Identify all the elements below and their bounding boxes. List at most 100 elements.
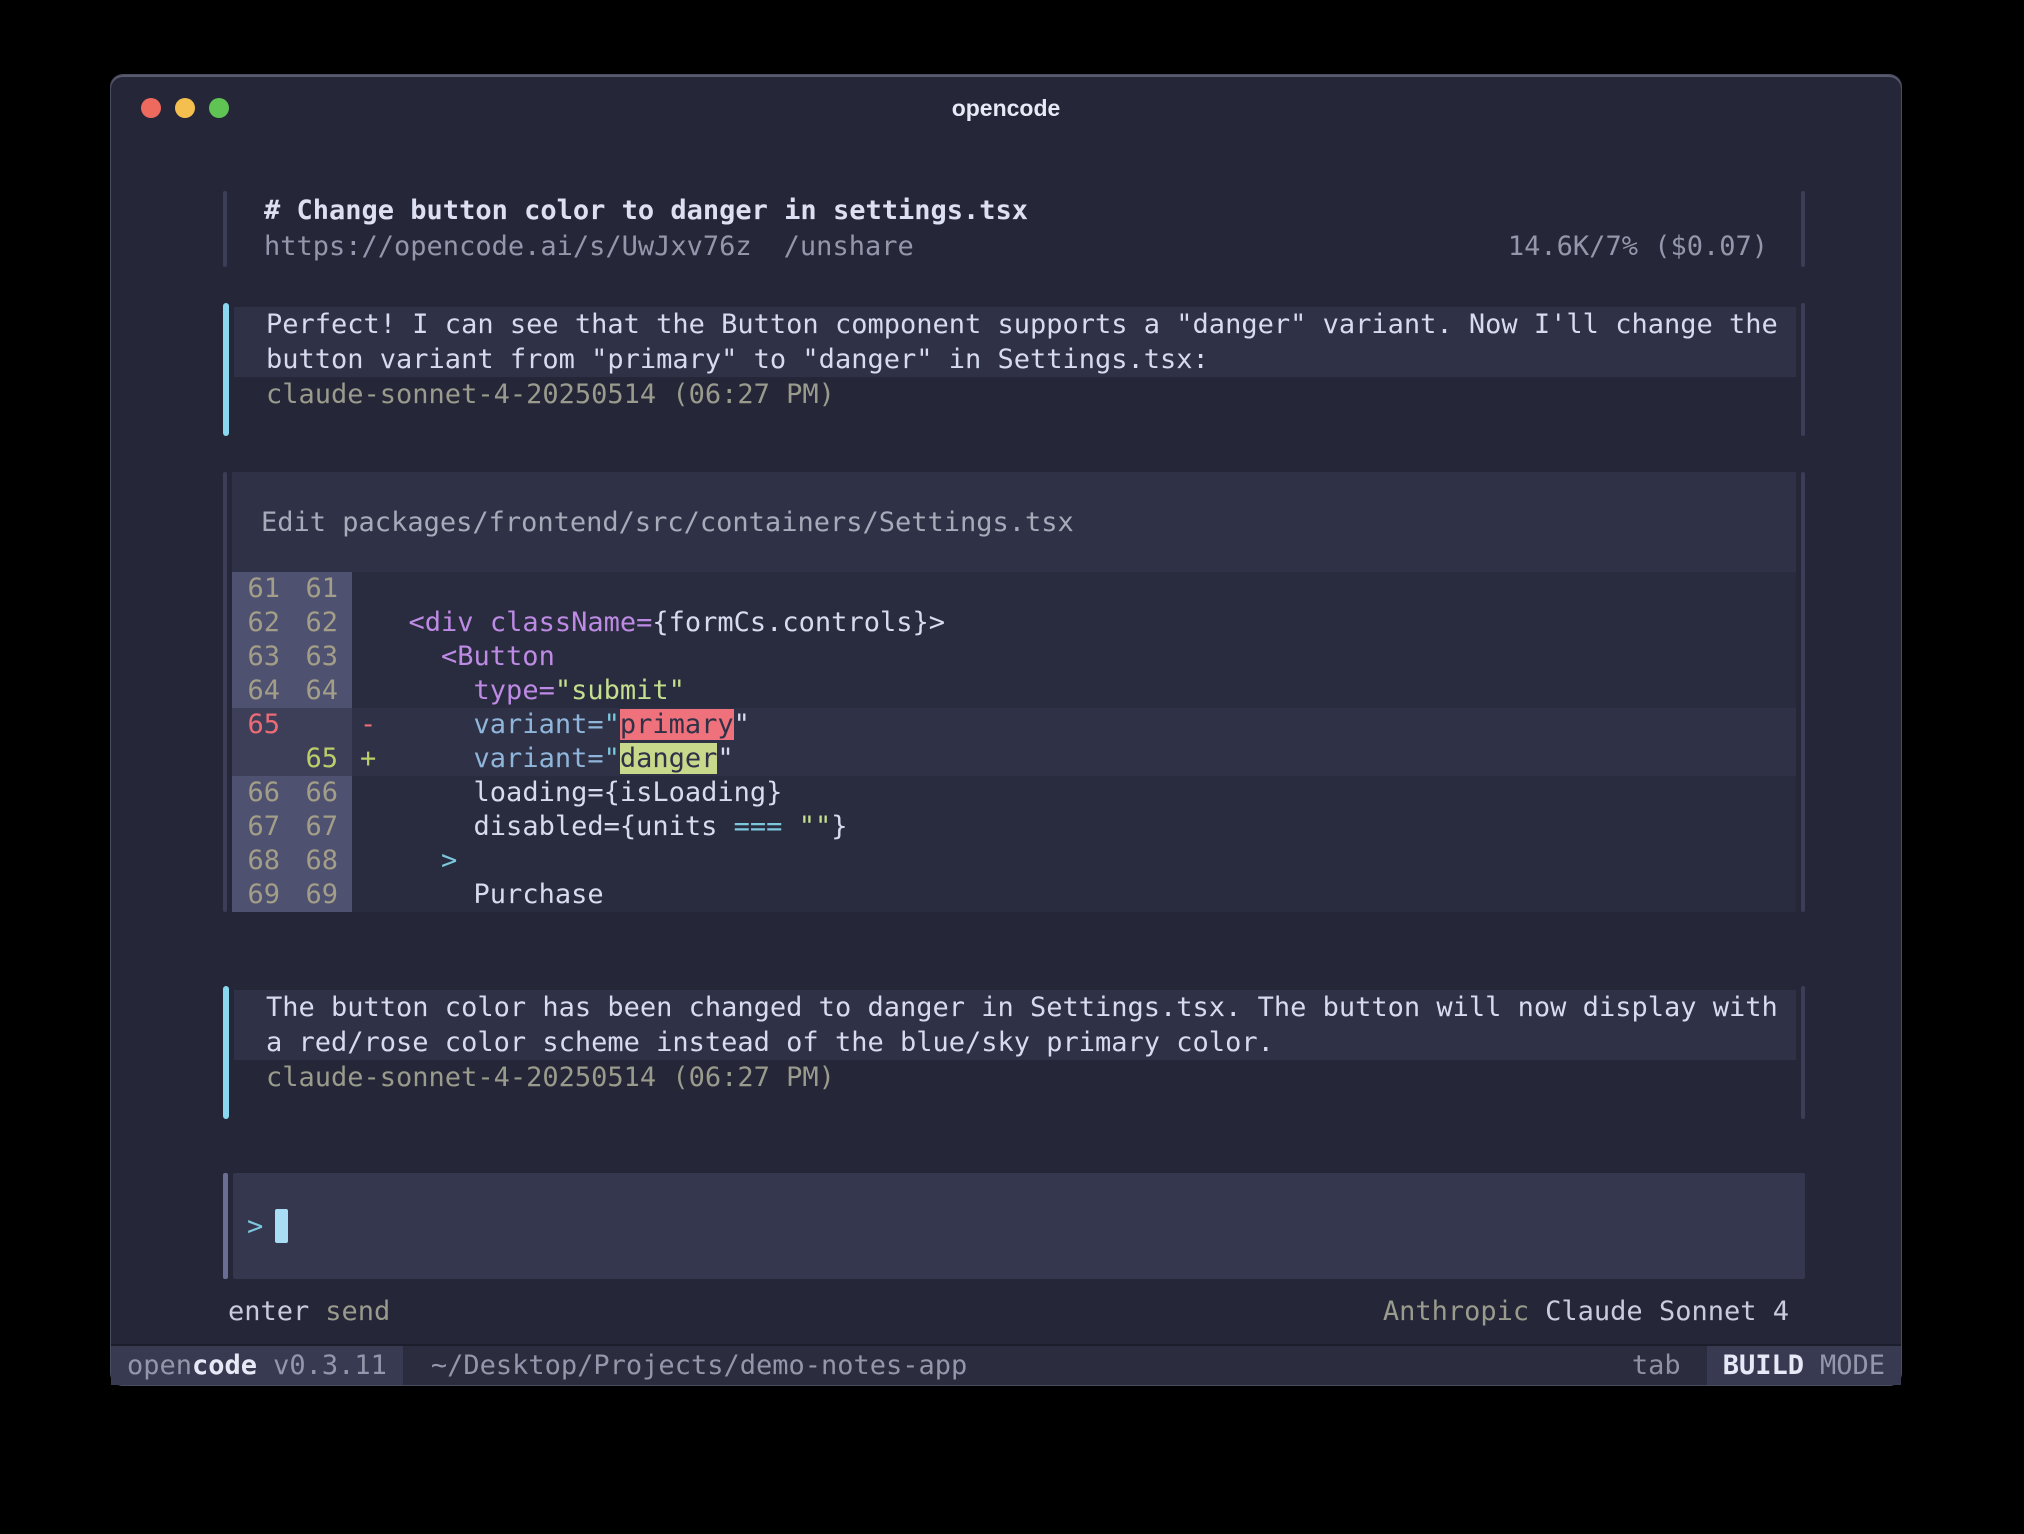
- message-text-line: a red/rose color scheme instead of the b…: [234, 1025, 1796, 1060]
- session-header: # Change button color to danger in setti…: [223, 191, 1805, 267]
- diff-sign: [360, 674, 376, 708]
- diff-old-line-number: 64: [232, 674, 294, 708]
- diff-code-line: >: [352, 844, 1796, 878]
- diff-old-line-number: 62: [232, 606, 294, 640]
- diff-sign: [360, 844, 376, 878]
- diff-sign: [360, 878, 376, 912]
- mode-secondary: MODE: [1820, 1350, 1885, 1381]
- diff-code-line: type="submit": [352, 674, 1796, 708]
- provider-label: Anthropic: [1383, 1295, 1529, 1329]
- diff-sign: [360, 572, 376, 606]
- diff-code-line: <Button: [352, 640, 1796, 674]
- diff-old-line-number: 68: [232, 844, 294, 878]
- titlebar: opencode: [111, 75, 1901, 141]
- zoom-button[interactable]: [209, 98, 229, 118]
- diff-code-line: + variant="danger": [352, 742, 1796, 776]
- mode-primary: BUILD: [1723, 1350, 1804, 1381]
- diff-old-line-number: 65: [232, 708, 294, 742]
- tab-key-hint: tab: [1632, 1346, 1681, 1385]
- diff-code-line: [352, 572, 1796, 606]
- diff-old-line-number: 61: [232, 572, 294, 606]
- session-title: # Change button color to danger in setti…: [264, 193, 1768, 229]
- block-border-right: [1801, 303, 1805, 436]
- diff-row-context: 6666 loading={isLoading}: [232, 776, 1796, 810]
- diff-old-line-number: 69: [232, 878, 294, 912]
- app-version-segment: opencode v0.3.11: [111, 1346, 403, 1385]
- diff-new-line-number: 64: [294, 674, 352, 708]
- block-border-right: [1801, 986, 1805, 1119]
- prompt-input[interactable]: >: [233, 1173, 1805, 1279]
- diff-new-line-number: 63: [294, 640, 352, 674]
- window-title: opencode: [952, 95, 1061, 122]
- app-version: v0.3.11: [273, 1350, 387, 1381]
- traffic-lights: [141, 75, 229, 141]
- diff-new-line-number: 69: [294, 878, 352, 912]
- diff-row-context: 6363 <Button: [232, 640, 1796, 674]
- diff-old-line-number: 63: [232, 640, 294, 674]
- diff-code-line: disabled={units === ""}: [352, 810, 1796, 844]
- block-border-right: [1801, 191, 1805, 267]
- diff-new-line-number: 68: [294, 844, 352, 878]
- diff-sign: [360, 776, 376, 810]
- block-border-left: [223, 191, 227, 267]
- assistant-message: The button color has been changed to dan…: [223, 986, 1805, 1119]
- diff-row-context: 6969 Purchase: [232, 878, 1796, 912]
- unshare-command-hint: /unshare: [784, 229, 914, 265]
- diff-new-line-number: 66: [294, 776, 352, 810]
- message-model-timestamp: claude-sonnet-4-20250514 (06:27 PM): [234, 1060, 1796, 1095]
- footer-hints: enter send Anthropic Claude Sonnet 4: [223, 1295, 1805, 1329]
- diff-sign: -: [360, 708, 376, 742]
- diff-row-context: 6767 disabled={units === ""}: [232, 810, 1796, 844]
- message-model-timestamp: claude-sonnet-4-20250514 (06:27 PM): [234, 377, 1796, 412]
- diff-view: 6161 6262 <div className={formCs.control…: [232, 572, 1796, 912]
- prompt-symbol: >: [247, 1211, 263, 1242]
- message-text-line: Perfect! I can see that the Button compo…: [234, 307, 1796, 342]
- message-accent-bar: [223, 303, 229, 436]
- diff-code-line: loading={isLoading}: [352, 776, 1796, 810]
- diff-old-line-number: [232, 742, 294, 776]
- diff-row-added: 65+ variant="danger": [232, 742, 1796, 776]
- diff-row-removed: 65 - variant="primary": [232, 708, 1796, 742]
- text-cursor: [275, 1209, 288, 1243]
- message-accent-bar: [223, 986, 229, 1119]
- message-text-line: button variant from "primary" to "danger…: [234, 342, 1796, 377]
- opencode-window: opencode # Change button color to danger…: [110, 74, 1902, 1386]
- minimize-button[interactable]: [175, 98, 195, 118]
- diff-sign: [360, 606, 376, 640]
- context-usage-stats: 14.6K/7% ($0.07): [1508, 229, 1768, 265]
- prompt-input-block: >: [223, 1173, 1805, 1279]
- edit-tool-block: Edit packages/frontend/src/containers/Se…: [223, 472, 1805, 912]
- status-bar: opencodev0.3.11 ~/Desktop/Projects/demo-…: [111, 1344, 1901, 1385]
- diff-row-context: 6161: [232, 572, 1796, 606]
- diff-code-line: Purchase: [352, 878, 1796, 912]
- app-name-code: code: [192, 1350, 257, 1381]
- diff-code-line: - variant="primary": [352, 708, 1796, 742]
- diff-new-line-number: 65: [294, 742, 352, 776]
- edit-tool-label: Edit: [261, 507, 326, 538]
- send-action-hint: send: [325, 1295, 390, 1329]
- mode-indicator: BUILD MODE: [1707, 1346, 1901, 1385]
- diff-row-context: 6464 type="submit": [232, 674, 1796, 708]
- assistant-message: Perfect! I can see that the Button compo…: [223, 303, 1805, 436]
- diff-new-line-number: 67: [294, 810, 352, 844]
- diff-new-line-number: 61: [294, 572, 352, 606]
- diff-sign: [360, 810, 376, 844]
- app-name-open: open: [127, 1350, 192, 1381]
- chat-area: # Change button color to danger in setti…: [111, 191, 1901, 1329]
- block-border-left: [223, 472, 227, 912]
- message-text-line: The button color has been changed to dan…: [234, 990, 1796, 1025]
- diff-new-line-number: [294, 708, 352, 742]
- model-label: Claude Sonnet 4: [1545, 1295, 1789, 1329]
- block-border-right: [1801, 472, 1805, 912]
- diff-old-line-number: 66: [232, 776, 294, 810]
- diff-code-line: <div className={formCs.controls}>: [352, 606, 1796, 640]
- diff-sign: [360, 640, 376, 674]
- diff-row-context: 6262 <div className={formCs.controls}>: [232, 606, 1796, 640]
- edit-file-path: packages/frontend/src/containers/Setting…: [342, 507, 1074, 538]
- enter-key-hint: enter: [228, 1295, 309, 1329]
- close-button[interactable]: [141, 98, 161, 118]
- input-border-left: [223, 1173, 228, 1279]
- diff-new-line-number: 62: [294, 606, 352, 640]
- share-url-link[interactable]: https://opencode.ai/s/UwJxv76z: [264, 229, 752, 265]
- edit-tool-header: Edit packages/frontend/src/containers/Se…: [232, 472, 1796, 572]
